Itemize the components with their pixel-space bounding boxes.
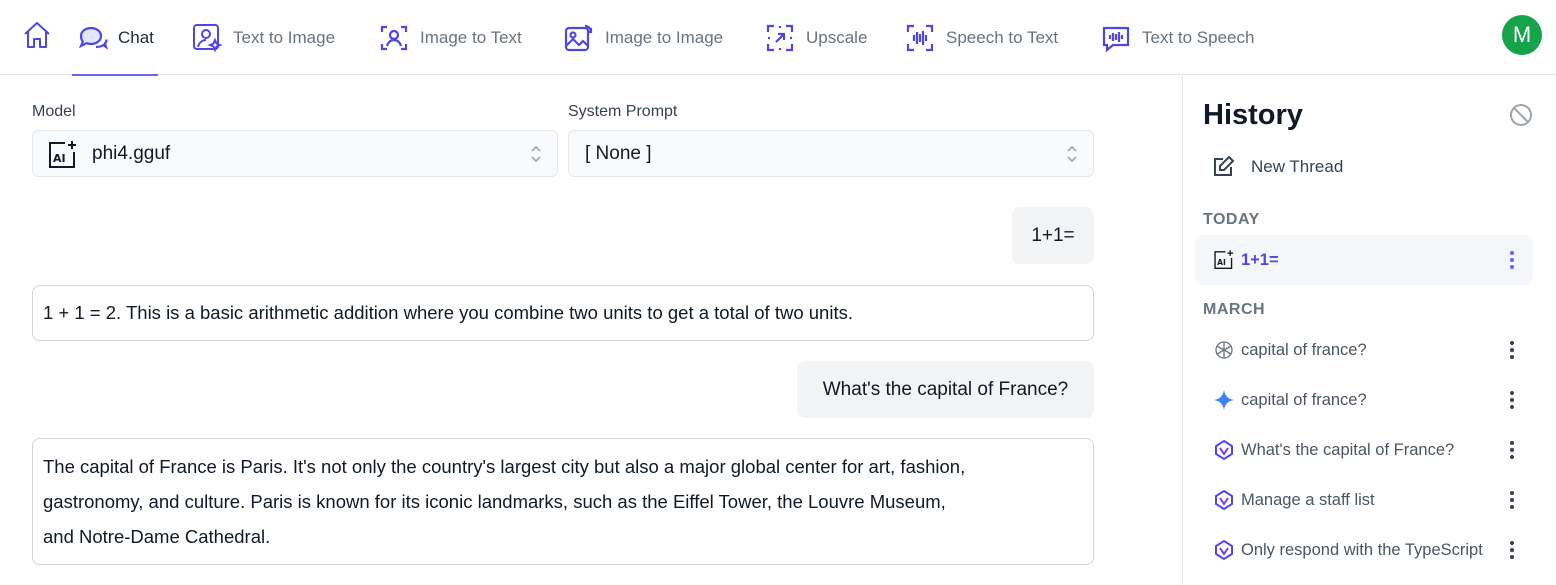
text-to-image-icon [193,23,223,53]
clear-history-icon[interactable] [1509,103,1533,127]
model-logo-icon [1215,489,1233,511]
message-line: gastronomy, and culture. Paris is known … [43,491,946,512]
message-line: The capital of France is Paris. It's not… [43,456,966,477]
history-item-title: capital of france? [1241,390,1367,409]
tab-label: Upscale [806,27,868,47]
ai-model-icon: AI [1214,250,1233,269]
history-item-title: Manage a staff list [1241,490,1375,509]
more-options-icon[interactable] [1509,390,1515,410]
model-label: Model [32,103,76,120]
tab-label: Text to Image [233,27,336,47]
chevron-up-down-icon [1067,145,1077,163]
model-logo-icon [1215,539,1233,561]
system-prompt-select[interactable]: [ None ] [568,130,1094,177]
user-message: 1+1= [1012,207,1094,264]
history-item[interactable]: Manage a staff list [1195,475,1533,525]
svg-text:AI: AI [1217,258,1226,267]
assistant-message: 1 + 1 = 2. This is a basic arithmetic ad… [32,285,1094,341]
tab-text-to-speech[interactable]: Text to Speech [1100,0,1254,75]
edit-icon [1214,155,1235,176]
more-options-icon[interactable] [1509,340,1515,360]
history-group-label: TODAY [1203,211,1260,228]
new-thread-label: New Thread [1251,157,1344,176]
more-options-icon[interactable] [1509,490,1515,510]
new-thread-button[interactable]: New Thread [1211,155,1343,179]
history-sidebar: History New Thread TODAY AI 1+1= MARCH c… [1182,75,1556,585]
tab-text-to-image[interactable]: Text to Image [191,0,335,75]
assistant-message: The capital of France is Paris. It's not… [32,438,1094,565]
chat-icon [78,26,108,50]
model-value: phi4.gguf [92,142,171,164]
tab-speech-to-text[interactable]: Speech to Text [904,0,1058,75]
history-item-title: Only respond with the TypeScript [1241,540,1483,559]
chevron-up-down-icon [531,145,541,163]
history-title: History [1203,99,1303,131]
history-item[interactable]: capital of france? [1195,375,1533,425]
system-prompt-value: [ None ] [585,142,652,164]
speech-to-text-icon [906,24,934,51]
image-to-text-icon [380,25,408,50]
more-options-icon[interactable] [1509,440,1515,460]
history-item-title: capital of france? [1241,340,1367,359]
image-to-image-icon [564,24,593,51]
history-item[interactable]: AI 1+1= [1195,235,1533,285]
text-to-speech-icon [1102,26,1130,52]
tab-chat[interactable]: Chat [72,0,158,76]
history-item[interactable]: capital of france? [1195,325,1533,375]
history-item[interactable]: What's the capital of France? [1195,425,1533,475]
user-message: What's the capital of France? [797,361,1094,418]
tab-image-to-text[interactable]: Image to Text [378,0,522,75]
message-text: 1+1= [1031,224,1075,246]
tab-label: Speech to Text [946,27,1059,47]
openai-icon [1215,341,1233,359]
message-text: What's the capital of France? [822,378,1069,400]
home-icon[interactable] [22,20,52,50]
message-line: and Notre-Dame Cathedral. [43,526,271,547]
history-group-label: MARCH [1203,301,1266,318]
tab-image-to-image[interactable]: Image to Image [563,0,723,75]
message-text: 1 + 1 = 2. This is a basic arithmetic ad… [43,302,853,323]
tab-label: Image to Image [605,27,724,47]
tab-label: Chat [118,27,154,47]
more-options-icon[interactable] [1509,540,1515,560]
history-item[interactable]: Only respond with the TypeScript [1195,525,1533,575]
model-select[interactable]: AI phi4.gguf [32,130,558,177]
top-navigation: Chat Text to Image Image to Text Image t… [0,0,1556,76]
system-prompt-label: System Prompt [568,103,678,120]
history-item-title: What's the capital of France? [1241,440,1455,459]
history-item-title: 1+1= [1241,250,1279,269]
tab-label: Text to Speech [1142,27,1255,47]
tab-label: Image to Text [420,27,522,47]
more-options-icon[interactable] [1509,250,1515,270]
ai-model-icon: AI [49,141,76,168]
upscale-icon [766,24,794,51]
tab-upscale[interactable]: Upscale [764,0,867,75]
avatar-initial: M [1512,22,1532,47]
svg-text:AI: AI [53,152,66,165]
gemini-sparkle-icon [1214,390,1234,410]
user-avatar[interactable]: M [1502,15,1542,55]
model-logo-icon [1215,439,1233,461]
